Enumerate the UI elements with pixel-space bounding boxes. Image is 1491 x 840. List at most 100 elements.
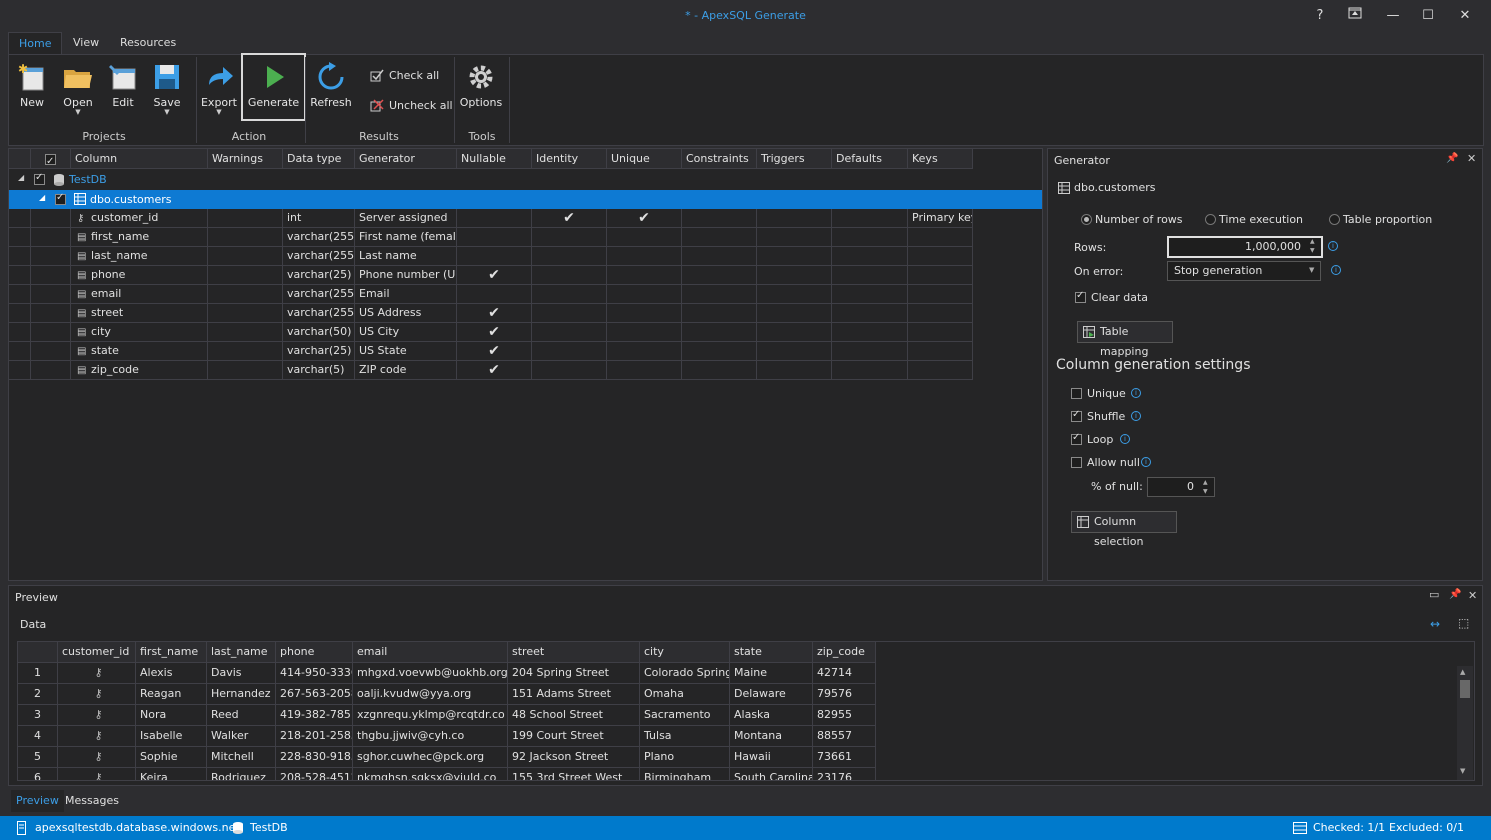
generator-cell[interactable]: First name (female) bbox=[355, 228, 457, 247]
header-generator[interactable]: Generator bbox=[355, 149, 457, 169]
scroll-up-icon[interactable]: ▲ bbox=[1460, 668, 1465, 676]
uncheck-all-button[interactable]: Uncheck all bbox=[367, 97, 453, 115]
column-selection-button[interactable]: Column selection bbox=[1071, 511, 1177, 533]
table-mapping-button[interactable]: Table mapping bbox=[1077, 321, 1173, 343]
preview-header-street[interactable]: street bbox=[508, 642, 640, 663]
radio-time-execution[interactable] bbox=[1205, 214, 1216, 225]
shuffle-checkbox[interactable] bbox=[1071, 411, 1082, 422]
open-button[interactable]: Open ▼ bbox=[59, 55, 97, 121]
refresh-button[interactable]: Refresh bbox=[309, 55, 353, 121]
preview-header-first-name[interactable]: first_name bbox=[136, 642, 207, 663]
shuffle-label[interactable]: Shuffle bbox=[1087, 410, 1125, 423]
tab-preview[interactable]: Preview bbox=[11, 790, 64, 812]
fit-columns-icon[interactable]: ↔ bbox=[1430, 617, 1440, 631]
header-nullable[interactable]: Nullable bbox=[457, 149, 532, 169]
column-row[interactable]: ▤phonevarchar(25)Phone number (US)✔ bbox=[9, 266, 973, 285]
scroll-down-icon[interactable]: ▼ bbox=[1460, 767, 1465, 775]
generator-cell[interactable]: US State bbox=[355, 342, 457, 361]
export-button[interactable]: Export ▼ bbox=[199, 55, 239, 121]
pin-icon[interactable]: 📌 bbox=[1446, 153, 1458, 164]
restore-layout-icon[interactable] bbox=[1343, 6, 1367, 26]
on-error-info-icon[interactable]: i bbox=[1331, 265, 1341, 275]
on-error-select[interactable]: Stop generation bbox=[1167, 261, 1321, 281]
select-all-icon[interactable]: ⬚ bbox=[1458, 616, 1469, 630]
unique-checkbox[interactable] bbox=[1071, 388, 1082, 399]
column-name-cell[interactable]: ⚷customer_id bbox=[71, 209, 208, 228]
dropdown-arrow-icon[interactable]: ▼ bbox=[1309, 266, 1314, 274]
export-dropdown-icon[interactable]: ▼ bbox=[199, 109, 239, 115]
column-row[interactable]: ⚷customer_idintServer assigned✔✔Primary … bbox=[9, 209, 973, 228]
tab-home[interactable]: Home bbox=[8, 32, 62, 54]
help-button[interactable]: ? bbox=[1308, 6, 1332, 26]
collapse-icon[interactable]: ◢ bbox=[39, 193, 45, 202]
rows-info-icon[interactable]: i bbox=[1328, 241, 1338, 251]
column-name-cell[interactable]: ▤first_name bbox=[71, 228, 208, 247]
unique-label[interactable]: Unique bbox=[1087, 387, 1126, 400]
generator-cell[interactable]: Server assigned bbox=[355, 209, 457, 228]
radio-number-of-rows-label[interactable]: Number of rows bbox=[1095, 213, 1183, 226]
pin-icon[interactable]: 📌 bbox=[1449, 589, 1461, 600]
radio-time-execution-label[interactable]: Time execution bbox=[1219, 213, 1303, 226]
preview-header-state[interactable]: state bbox=[730, 642, 813, 663]
clear-data-checkbox[interactable] bbox=[1075, 292, 1086, 303]
column-name-cell[interactable]: ▤phone bbox=[71, 266, 208, 285]
column-row[interactable]: ▤streetvarchar(255)US Address✔ bbox=[9, 304, 973, 323]
new-button[interactable]: ✱ New bbox=[13, 55, 51, 121]
generator-cell[interactable]: Email bbox=[355, 285, 457, 304]
preview-header-last-name[interactable]: last_name bbox=[207, 642, 276, 663]
maximize-icon[interactable]: ☐ bbox=[1416, 6, 1440, 26]
open-dropdown-icon[interactable]: ▼ bbox=[59, 109, 97, 115]
column-name-cell[interactable]: ▤street bbox=[71, 304, 208, 323]
preview-header-email[interactable]: email bbox=[353, 642, 508, 663]
clear-data-label[interactable]: Clear data bbox=[1091, 291, 1148, 304]
edit-button[interactable]: Edit bbox=[105, 55, 141, 121]
loop-info-icon[interactable]: i bbox=[1120, 434, 1130, 444]
generator-cell[interactable]: Last name bbox=[355, 247, 457, 266]
radio-table-proportion[interactable] bbox=[1329, 214, 1340, 225]
column-name-cell[interactable]: ▤state bbox=[71, 342, 208, 361]
unique-info-icon[interactable]: i bbox=[1131, 388, 1141, 398]
column-row[interactable]: ▤cityvarchar(50)US City✔ bbox=[9, 323, 973, 342]
generator-cell[interactable]: US City bbox=[355, 323, 457, 342]
column-row[interactable]: ▤emailvarchar(255)Email bbox=[9, 285, 973, 304]
rows-input[interactable]: 1,000,000 bbox=[1167, 236, 1323, 258]
generator-cell[interactable]: Phone number (US) bbox=[355, 266, 457, 285]
close-panel-icon[interactable]: ✕ bbox=[1468, 589, 1477, 602]
header-identity[interactable]: Identity bbox=[532, 149, 607, 169]
column-row[interactable]: ▤zip_codevarchar(5)ZIP code✔ bbox=[9, 361, 973, 380]
save-button[interactable]: Save ▼ bbox=[149, 55, 185, 121]
scroll-thumb[interactable] bbox=[1460, 680, 1470, 698]
preview-scrollbar[interactable]: ▲ ▼ bbox=[1457, 666, 1473, 780]
tree-row-table[interactable]: ◢ dbo.customers bbox=[9, 190, 1042, 209]
database-checkbox[interactable] bbox=[34, 174, 45, 185]
column-row[interactable]: ▤first_namevarchar(255)First name (femal… bbox=[9, 228, 973, 247]
loop-checkbox[interactable] bbox=[1071, 434, 1082, 445]
maximize-panel-icon[interactable]: ▭ bbox=[1429, 588, 1439, 601]
header-constraints[interactable]: Constraints bbox=[682, 149, 757, 169]
column-row[interactable]: ▤last_namevarchar(255)Last name bbox=[9, 247, 973, 266]
allow-null-checkbox[interactable] bbox=[1071, 457, 1082, 468]
header-checkbox[interactable] bbox=[31, 149, 71, 169]
collapse-icon[interactable]: ◢ bbox=[18, 173, 24, 182]
close-panel-icon[interactable]: ✕ bbox=[1467, 152, 1476, 165]
preview-header-city[interactable]: city bbox=[640, 642, 730, 663]
table-checkbox[interactable] bbox=[55, 194, 66, 205]
header-defaults[interactable]: Defaults bbox=[832, 149, 908, 169]
check-all-button[interactable]: Check all bbox=[367, 67, 439, 85]
header-unique[interactable]: Unique bbox=[607, 149, 682, 169]
generator-cell[interactable]: ZIP code bbox=[355, 361, 457, 380]
generate-button[interactable]: Generate bbox=[241, 53, 306, 121]
header-column[interactable]: Column bbox=[71, 149, 208, 169]
preview-header-zip-code[interactable]: zip_code bbox=[813, 642, 876, 663]
loop-label[interactable]: Loop bbox=[1087, 433, 1113, 446]
tab-messages[interactable]: Messages bbox=[60, 790, 124, 812]
column-row[interactable]: ▤statevarchar(25)US State✔ bbox=[9, 342, 973, 361]
shuffle-info-icon[interactable]: i bbox=[1131, 411, 1141, 421]
options-button[interactable]: Options bbox=[459, 55, 503, 121]
tab-resources[interactable]: Resources bbox=[110, 32, 186, 54]
column-name-cell[interactable]: ▤city bbox=[71, 323, 208, 342]
allow-null-info-icon[interactable]: i bbox=[1141, 457, 1151, 467]
column-name-cell[interactable]: ▤last_name bbox=[71, 247, 208, 266]
tab-view[interactable]: View bbox=[63, 32, 109, 54]
save-dropdown-icon[interactable]: ▼ bbox=[149, 109, 185, 115]
